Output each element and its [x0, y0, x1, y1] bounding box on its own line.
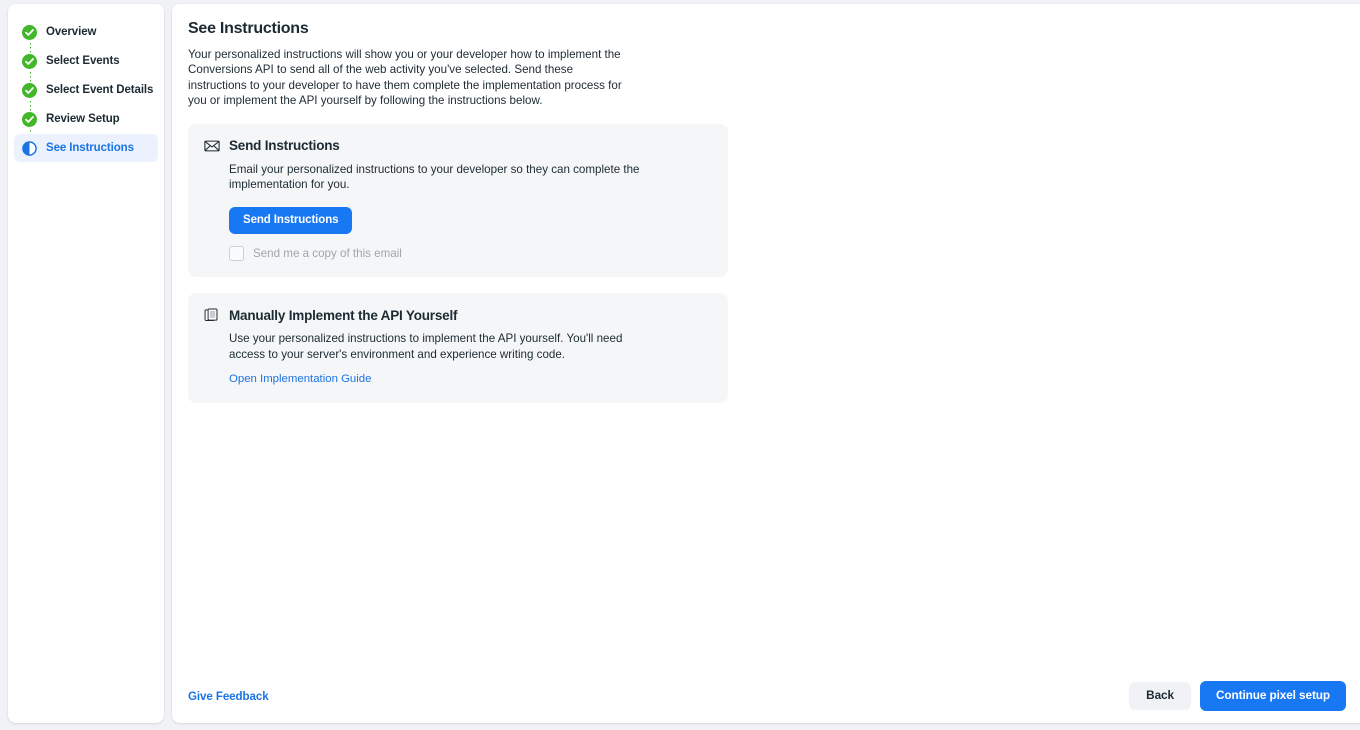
panel-actions: Send Instructions Send me a copy of this…	[229, 193, 712, 262]
give-feedback-link[interactable]: Give Feedback	[188, 690, 269, 703]
panel-description: Use your personalized instructions to im…	[229, 332, 623, 361]
check-circle-icon	[22, 82, 37, 98]
sidebar-item-label: See Instructions	[46, 142, 134, 154]
back-button[interactable]: Back	[1129, 682, 1191, 710]
setup-wizard-page: Overview Select Events Select Event Deta…	[0, 0, 1360, 730]
main-content-body: See Instructions Your personalized instr…	[172, 4, 1360, 669]
sidebar-item-review-setup[interactable]: Review Setup	[14, 105, 158, 141]
continue-pixel-setup-button[interactable]: Continue pixel setup	[1199, 681, 1346, 711]
wizard-steps-sidebar: Overview Select Events Select Event Deta…	[8, 4, 164, 723]
sidebar-item-label: Review Setup	[46, 113, 120, 125]
send-copy-checkbox-row[interactable]: Send me a copy of this email	[229, 246, 712, 262]
sidebar-item-see-instructions[interactable]: See Instructions	[14, 134, 158, 162]
sidebar-item-label: Select Event Details	[46, 84, 154, 96]
envelope-icon	[204, 138, 220, 154]
send-copy-checkbox-label: Send me a copy of this email	[253, 247, 402, 261]
sidebar-item-label: Overview	[46, 26, 97, 38]
page-title: See Instructions	[188, 20, 309, 37]
panel-description: Email your personalized instructions to …	[229, 162, 640, 192]
sidebar-item-select-events[interactable]: Select Events	[14, 47, 158, 83]
send-copy-checkbox[interactable]	[229, 246, 244, 262]
page-description: Your personalized instructions will show…	[188, 48, 622, 108]
check-circle-icon	[22, 111, 37, 127]
sidebar-item-label: Select Events	[46, 55, 120, 67]
main-content-card: See Instructions Your personalized instr…	[172, 4, 1360, 723]
panel-title: Manually Implement the API Yourself	[229, 307, 458, 323]
manual-implementation-panel: Manually Implement the API Yourself Use …	[188, 293, 728, 404]
panel-actions: Open Implementation Guide	[229, 362, 712, 387]
panel-header: Manually Implement the API Yourself	[204, 307, 712, 323]
wizard-footer: Give Feedback Back Continue pixel setup	[172, 669, 1360, 723]
sidebar-item-select-event-details[interactable]: Select Event Details	[14, 76, 158, 112]
step-list: Overview Select Events Select Event Deta…	[8, 18, 164, 162]
check-circle-icon	[22, 53, 37, 69]
half-circle-icon	[22, 140, 37, 156]
footer-actions: Back Continue pixel setup	[1129, 681, 1346, 711]
open-implementation-guide-link[interactable]: Open Implementation Guide	[229, 373, 371, 385]
panel-header: Send Instructions	[204, 138, 712, 154]
sidebar-item-overview[interactable]: Overview	[14, 18, 158, 54]
send-instructions-panel: Send Instructions Email your personalize…	[188, 123, 728, 278]
send-instructions-button[interactable]: Send Instructions	[229, 206, 353, 235]
panel-title: Send Instructions	[229, 138, 340, 154]
check-circle-icon	[22, 24, 37, 40]
stacked-pages-icon	[204, 307, 220, 323]
